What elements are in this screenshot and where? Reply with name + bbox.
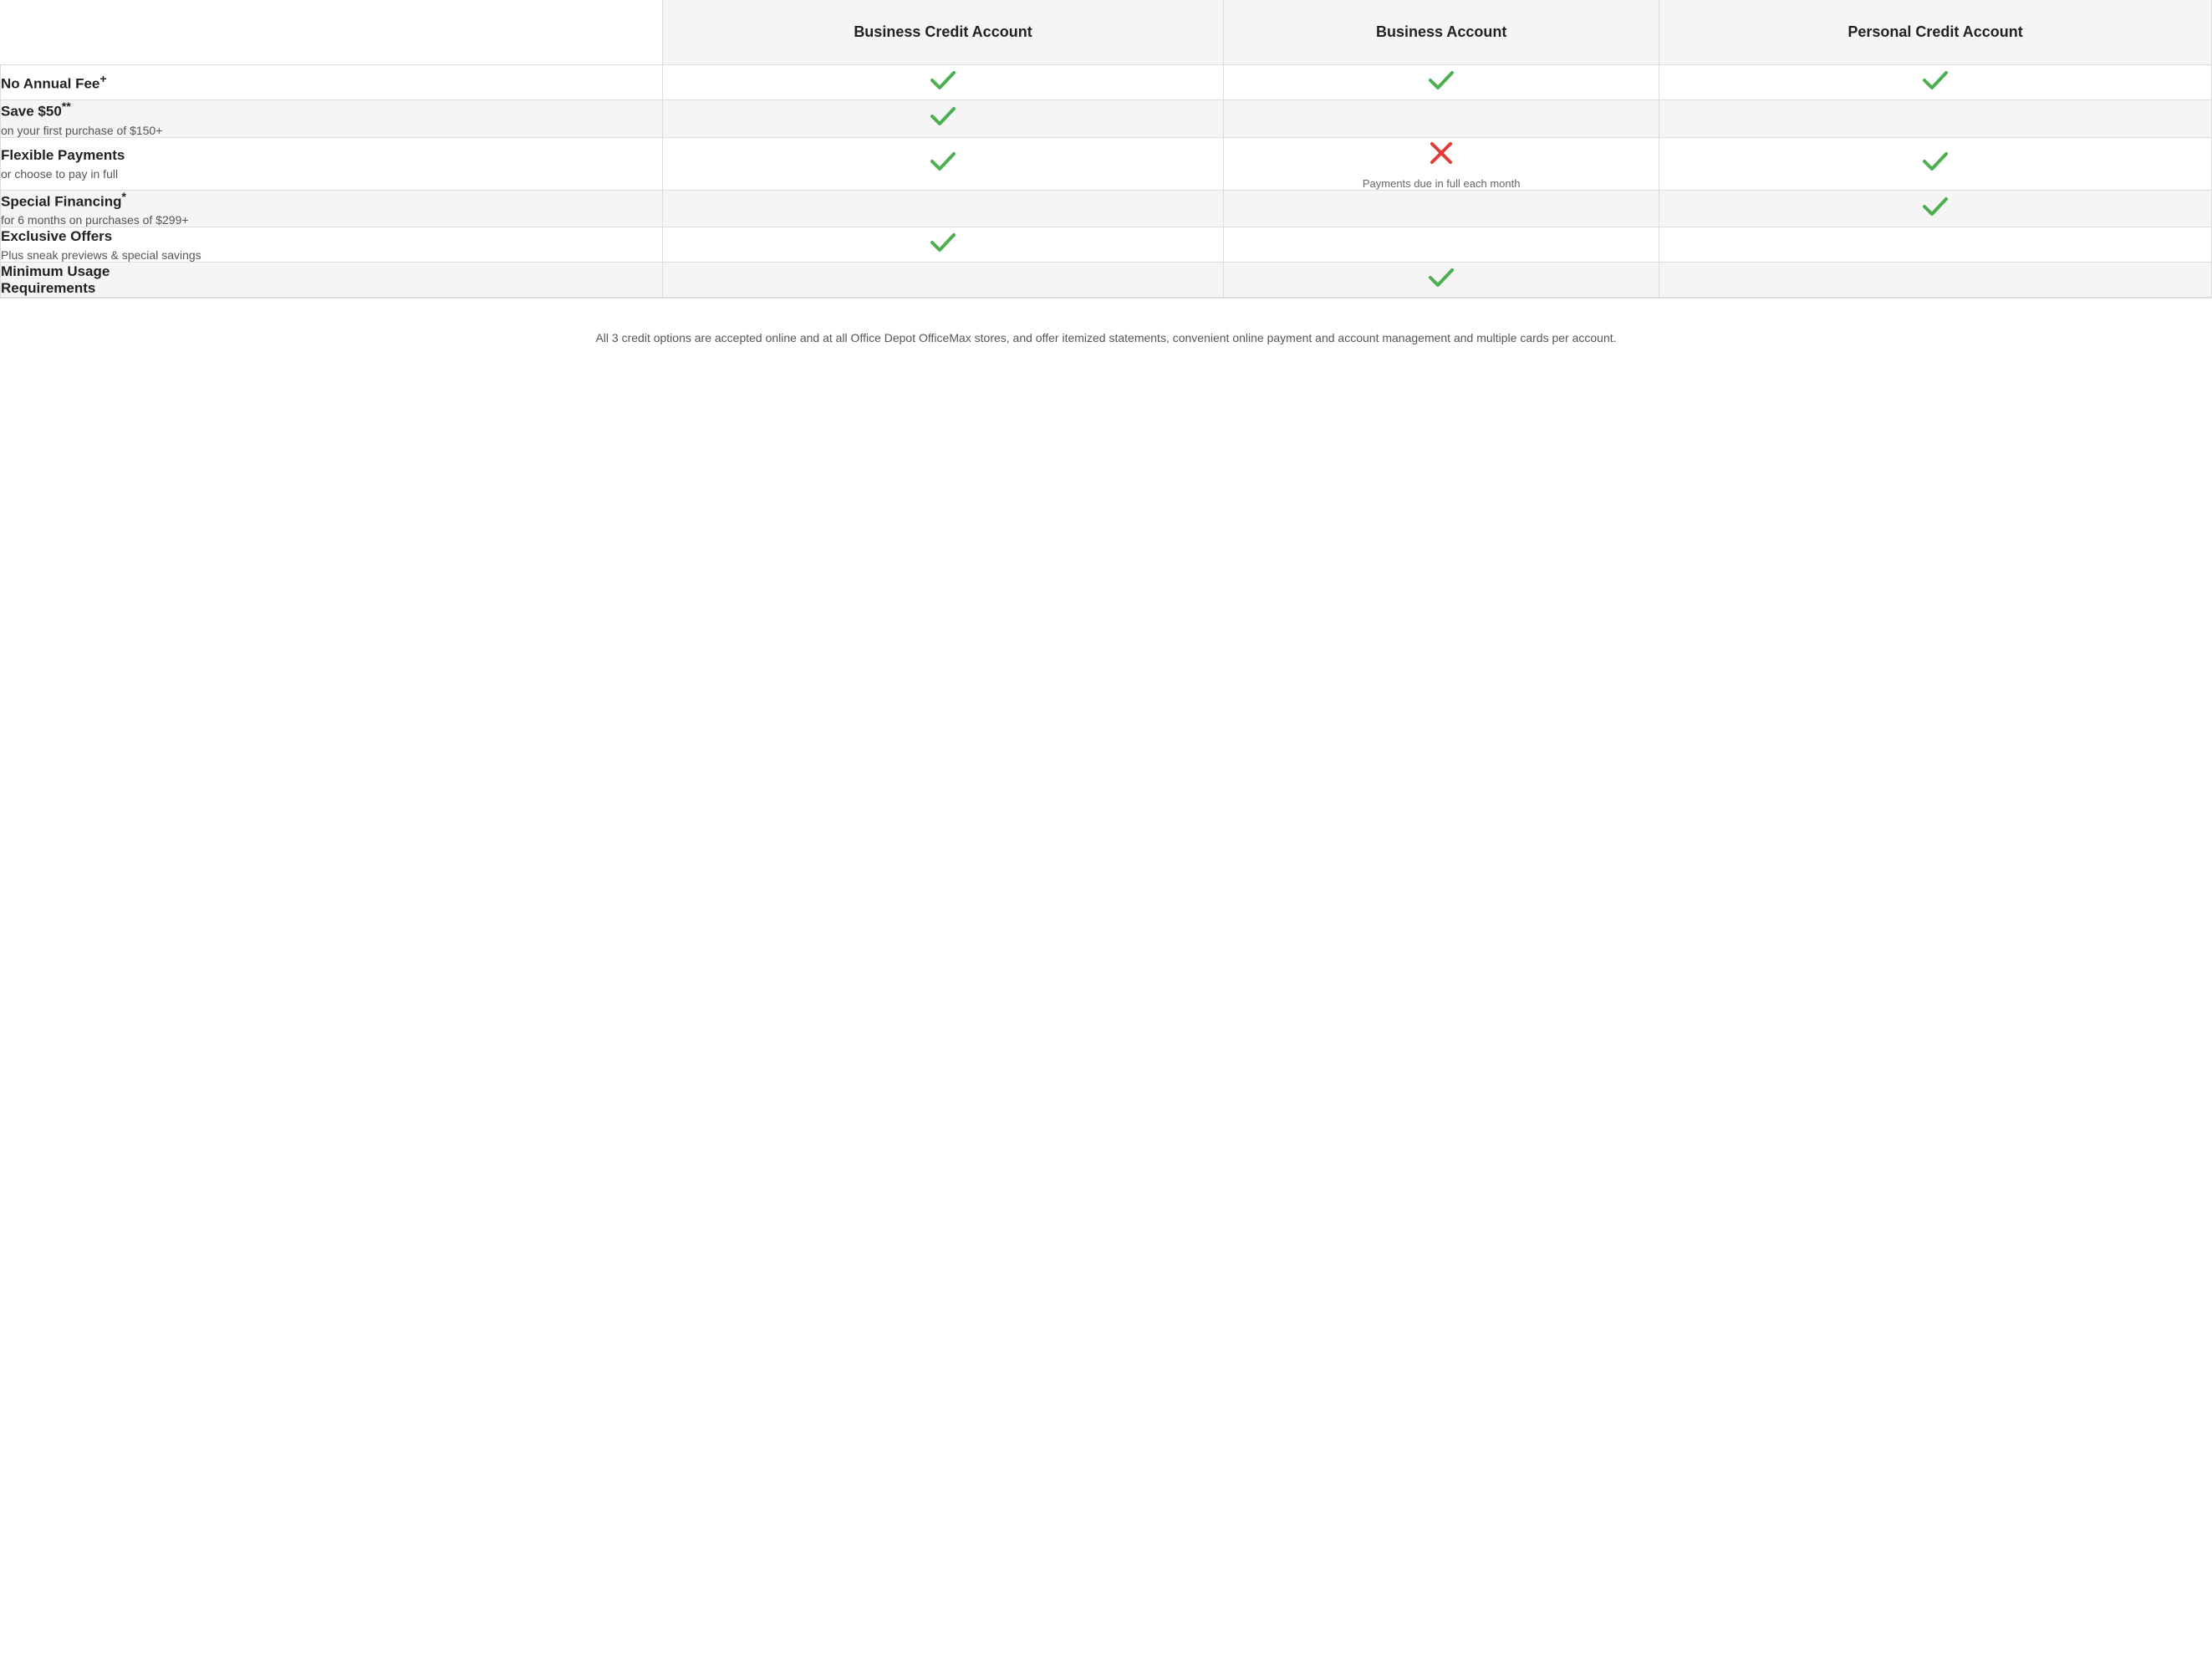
check-icon: [928, 146, 958, 176]
cell-no-annual-fee-col2: [662, 65, 1223, 100]
comparison-table: Business Credit Account Business Account…: [0, 0, 2212, 298]
cell-minimum-usage-col2: [662, 263, 1223, 298]
feature-subtitle: or choose to pay in full: [1, 167, 662, 181]
table-row: Save $50** on your first purchase of $150…: [1, 100, 2212, 138]
check-icon: [1920, 191, 1950, 222]
table-row: Minimum UsageRequirements: [1, 263, 2212, 298]
feature-label-special-financing: Special Financing* for 6 months on purcha…: [1, 190, 663, 227]
table-row: Flexible Payments or choose to pay in ful…: [1, 137, 2212, 190]
cell-no-annual-fee-col3: [1224, 65, 1659, 100]
cell-minimum-usage-col4: [1659, 263, 2212, 298]
feature-label-flexible-payments: Flexible Payments or choose to pay in ful…: [1, 137, 663, 190]
feature-title: No Annual Fee+: [1, 73, 662, 93]
cell-special-financing-col2: [662, 190, 1223, 227]
cell-exclusive-offers-col2: [662, 227, 1223, 263]
feature-subtitle: on your first purchase of $150+: [1, 124, 662, 137]
feature-label-exclusive-offers: Exclusive Offers Plus sneak previews & sp…: [1, 227, 663, 263]
feature-title: Minimum UsageRequirements: [1, 263, 662, 297]
header-feature-col: [1, 0, 663, 65]
table-row: No Annual Fee+: [1, 65, 2212, 100]
cell-special-financing-col3: [1224, 190, 1659, 227]
cell-exclusive-offers-col3: [1224, 227, 1659, 263]
cell-flexible-payments-col3: Payments due in full each month: [1224, 137, 1659, 190]
table-row: Exclusive Offers Plus sneak previews & sp…: [1, 227, 2212, 263]
cell-flexible-payments-col4: [1659, 137, 2212, 190]
cell-minimum-usage-col3: [1224, 263, 1659, 298]
cell-special-financing-col4: [1659, 190, 2212, 227]
check-icon: [1920, 65, 1950, 95]
cell-exclusive-offers-col4: [1659, 227, 2212, 263]
feature-subtitle: for 6 months on purchases of $299+: [1, 213, 662, 227]
cell-flexible-payments-col2: [662, 137, 1223, 190]
feature-title: Special Financing*: [1, 191, 662, 211]
cell-save-50-col4: [1659, 100, 2212, 138]
check-icon: [928, 65, 958, 95]
cell-no-annual-fee-col4: [1659, 65, 2212, 100]
feature-title: Exclusive Offers: [1, 228, 662, 245]
check-icon: [1920, 146, 1950, 176]
table-row: Special Financing* for 6 months on purcha…: [1, 190, 2212, 227]
cell-save-50-col3: [1224, 100, 1659, 138]
header-personal-credit: Personal Credit Account: [1659, 0, 2212, 65]
cell-note: Payments due in full each month: [1224, 177, 1659, 190]
feature-label-save-50: Save $50** on your first purchase of $150…: [1, 100, 663, 138]
feature-subtitle: Plus sneak previews & special savings: [1, 248, 662, 262]
cell-save-50-col2: [662, 100, 1223, 138]
check-icon: [928, 227, 958, 258]
footer-note: All 3 credit options are accepted online…: [0, 298, 2212, 379]
feature-label-minimum-usage: Minimum UsageRequirements: [1, 263, 663, 298]
header-business-credit: Business Credit Account: [662, 0, 1223, 65]
header-business-account: Business Account: [1224, 0, 1659, 65]
cross-icon: [1426, 138, 1456, 168]
check-icon: [1426, 65, 1456, 95]
check-icon: [928, 101, 958, 131]
feature-title: Flexible Payments: [1, 147, 662, 164]
check-icon: [1426, 263, 1456, 293]
table-header-row: Business Credit Account Business Account…: [1, 0, 2212, 65]
feature-label-no-annual-fee: No Annual Fee+: [1, 65, 663, 100]
feature-title: Save $50**: [1, 100, 662, 120]
